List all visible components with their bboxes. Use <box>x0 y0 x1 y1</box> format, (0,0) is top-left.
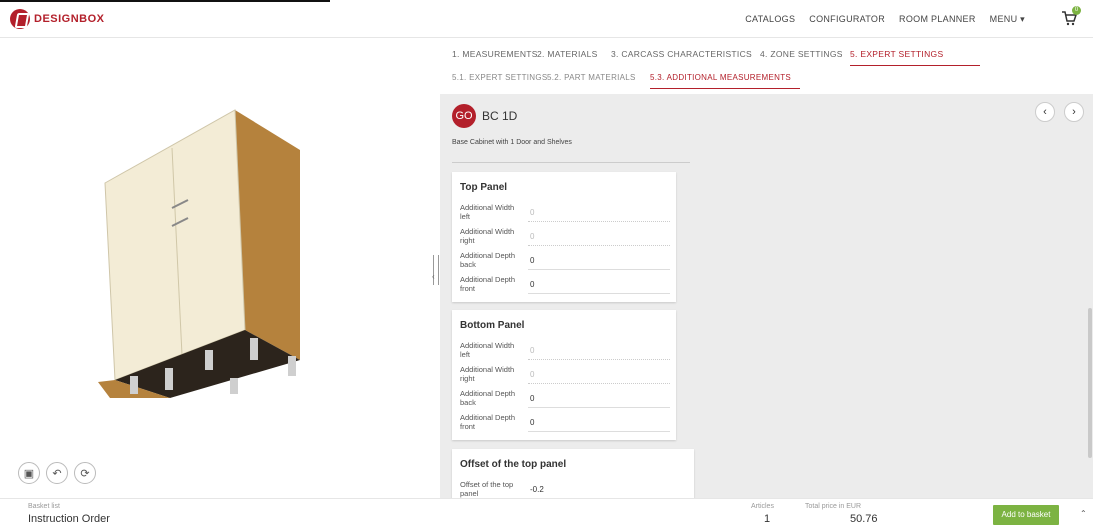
product-description: Base Cabinet with 1 Door and Shelves <box>452 139 572 146</box>
field-row: Additional Depth front 0 <box>460 413 670 437</box>
depth-back-input[interactable]: 0 <box>528 256 670 270</box>
undo-icon[interactable]: ↶ <box>46 462 68 484</box>
main-nav: CATALOGS CONFIGURATOR ROOM PLANNER MENU … <box>745 14 1025 25</box>
tab-measurements[interactable]: 1. MEASUREMENTS <box>452 49 538 59</box>
field-row: Additional Depth back 0 <box>460 251 670 275</box>
depth-back-input[interactable]: 0 <box>528 394 670 408</box>
field-label: Additional Depth back <box>460 251 516 269</box>
tab-expert-settings[interactable]: 5. EXPERT SETTINGS <box>850 49 980 66</box>
collapse-arrow-icon[interactable]: ‹ <box>432 272 435 281</box>
designbox-logo[interactable]: DESIGNBOX <box>10 9 105 29</box>
nav-menu[interactable]: MENU ▾ <box>990 14 1025 25</box>
app-root: DESIGNBOX CATALOGS CONFIGURATOR ROOM PLA… <box>0 0 1093 529</box>
nav-catalogs[interactable]: CATALOGS <box>745 14 795 25</box>
width-right-input[interactable]: 0 <box>528 370 670 384</box>
viewer-toolbar: ▣ ↶ ⟳ <box>18 462 96 484</box>
cart-icon[interactable]: 0 <box>1061 6 1081 26</box>
cabinet-3d-render <box>98 109 300 398</box>
field-label: Additional Width left <box>460 341 515 359</box>
logo-mark-icon <box>10 9 30 29</box>
3d-viewer[interactable]: ▣ ↶ ⟳ <box>0 38 434 498</box>
field-row: Additional Width right 0 <box>460 365 670 389</box>
field-label: Additional Width left <box>460 203 515 221</box>
card-title: Offset of the top panel <box>460 459 567 470</box>
product-code: BC 1D <box>482 109 518 123</box>
tab-carcass-characteristics[interactable]: 3. CARCASS CHARACTERISTICS <box>611 49 752 59</box>
panel-scrollbar[interactable] <box>1088 308 1092 458</box>
add-to-basket-button[interactable]: Add to basket <box>993 505 1059 525</box>
next-arrow-icon[interactable]: › <box>1064 102 1084 122</box>
top-panel-card: Top Panel Additional Width left 0 Additi… <box>452 172 676 302</box>
bottom-panel-card: Bottom Panel Additional Width left 0 Add… <box>452 310 676 440</box>
card-title: Bottom Panel <box>460 320 525 331</box>
logo-text: DESIGNBOX <box>34 13 105 25</box>
total-price-label: Total price in EUR <box>805 503 862 510</box>
field-row: Additional Width left 0 <box>460 341 670 365</box>
offset-input[interactable]: -0.2 <box>528 485 670 498</box>
depth-front-input[interactable]: 0 <box>528 418 670 432</box>
tab-materials[interactable]: 2. MATERIALS <box>537 49 598 59</box>
field-row: Additional Width left 0 <box>460 203 670 227</box>
basket-footer: Basket list Instruction Order Articles 1… <box>0 498 1093 529</box>
field-row: Offset of the top panel -0.2 <box>460 480 668 498</box>
view-mode-icon[interactable]: ▣ <box>18 462 40 484</box>
field-row: Additional Depth front 0 <box>460 275 670 299</box>
settings-panel: 1. MEASUREMENTS 2. MATERIALS 3. CARCASS … <box>440 38 1093 498</box>
field-label: Offset of the top panel <box>460 480 514 498</box>
field-label: Additional Depth back <box>460 389 516 407</box>
field-label: Additional Depth front <box>460 413 516 431</box>
total-price-value: 50.76 <box>850 513 878 525</box>
articles-label: Articles <box>751 503 774 510</box>
cart-count-badge: 0 <box>1072 6 1081 15</box>
basket-name[interactable]: Instruction Order <box>28 513 110 525</box>
card-title: Top Panel <box>460 182 508 193</box>
top-accent-line <box>0 0 330 2</box>
nav-configurator[interactable]: CONFIGURATOR <box>809 14 885 25</box>
expand-basket-icon[interactable]: ⌃ <box>1080 509 1087 518</box>
basket-list-label: Basket list <box>28 503 60 510</box>
product-badge: GO <box>452 104 476 128</box>
subtab-part-materials[interactable]: 5.2. PART MATERIALS <box>547 73 636 82</box>
sub-tabs: 5.1. EXPERT SETTINGS 5.2. PART MATERIALS… <box>440 66 1093 94</box>
field-row: Additional Width right 0 <box>460 227 670 251</box>
top-header: DESIGNBOX CATALOGS CONFIGURATOR ROOM PLA… <box>0 0 1093 38</box>
field-label: Additional Width right <box>460 365 515 383</box>
tab-zone-settings[interactable]: 4. ZONE SETTINGS <box>760 49 843 59</box>
field-label: Additional Width right <box>460 227 515 245</box>
width-left-input[interactable]: 0 <box>528 208 670 222</box>
nav-room-planner[interactable]: ROOM PLANNER <box>899 14 976 25</box>
subtab-additional-measurements[interactable]: 5.3. ADDITIONAL MEASUREMENTS <box>650 73 800 89</box>
field-label: Additional Depth front <box>460 275 516 293</box>
subtab-expert-settings[interactable]: 5.1. EXPERT SETTINGS <box>452 73 548 82</box>
width-right-input[interactable]: 0 <box>528 232 670 246</box>
width-left-input[interactable]: 0 <box>528 346 670 360</box>
main-tabs: 1. MEASUREMENTS 2. MATERIALS 3. CARCASS … <box>440 38 1093 66</box>
product-header: GO BC 1D <box>452 104 517 128</box>
product-divider <box>452 162 690 163</box>
articles-count: 1 <box>764 513 771 525</box>
field-row: Additional Depth back 0 <box>460 389 670 413</box>
offset-top-panel-card: Offset of the top panel Offset of the to… <box>452 449 694 498</box>
rotate-icon[interactable]: ⟳ <box>74 462 96 484</box>
depth-front-input[interactable]: 0 <box>528 280 670 294</box>
prev-arrow-icon[interactable]: ‹ <box>1035 102 1055 122</box>
